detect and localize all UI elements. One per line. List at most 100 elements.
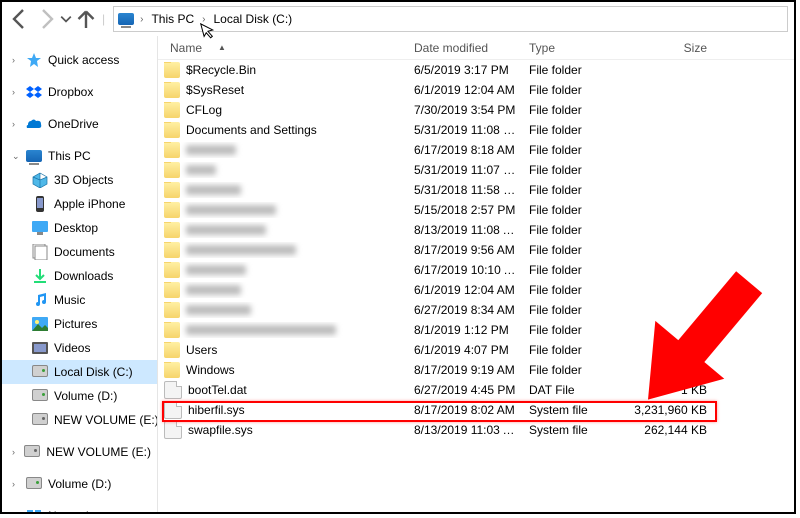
cell-date: 8/17/2019 8:02 AM — [408, 403, 523, 417]
file-row[interactable]: 8/17/2019 9:56 AMFile folder — [158, 240, 794, 260]
back-button[interactable] — [8, 7, 32, 31]
network-icon — [26, 508, 42, 514]
file-row[interactable]: 6/17/2019 10:10 AMFile folder — [158, 260, 794, 280]
file-name-label: hiberfil.sys — [188, 403, 245, 417]
sidebar-item-label: 3D Objects — [54, 173, 113, 187]
folder-icon — [164, 282, 180, 298]
sidebar-volume-d[interactable]: Volume (D:) — [2, 384, 157, 408]
cell-type: File folder — [523, 323, 618, 337]
recent-dropdown[interactable] — [60, 7, 72, 31]
folder-icon — [164, 162, 180, 178]
file-row[interactable]: 6/27/2019 8:34 AMFile folder — [158, 300, 794, 320]
file-row[interactable]: Windows8/17/2019 9:19 AMFile folder — [158, 360, 794, 380]
file-row[interactable]: $Recycle.Bin6/5/2019 3:17 PMFile folder — [158, 60, 794, 80]
file-row[interactable]: CFLog7/30/2019 3:54 PMFile folder — [158, 100, 794, 120]
sidebar-videos[interactable]: Videos — [2, 336, 157, 360]
sidebar-item-label: Local Disk (C:) — [54, 365, 133, 379]
breadcrumb-local-disk[interactable]: Local Disk (C:) — [212, 8, 295, 30]
forward-button[interactable] — [34, 7, 58, 31]
chevron-right-icon[interactable]: › — [138, 14, 145, 25]
cell-name: swapfile.sys — [158, 421, 408, 439]
cell-name: CFLog — [158, 102, 408, 118]
sidebar-item-label: Music — [54, 293, 85, 307]
cell-date: 6/27/2019 8:34 AM — [408, 303, 523, 317]
sidebar-pictures[interactable]: Pictures — [2, 312, 157, 336]
column-name[interactable]: Name▲ — [158, 41, 408, 55]
sidebar-item-label: Dropbox — [48, 85, 93, 99]
file-row[interactable]: 5/31/2019 11:07 PMFile folder — [158, 160, 794, 180]
sidebar-this-pc[interactable]: ⌄ This PC — [2, 144, 157, 168]
cell-type: File folder — [523, 163, 618, 177]
sidebar-item-label: NEW VOLUME (E:) — [54, 413, 158, 427]
file-row[interactable]: hiberfil.sys8/17/2019 8:02 AMSystem file… — [158, 400, 794, 420]
file-row[interactable]: 5/15/2018 2:57 PMFile folder — [158, 200, 794, 220]
cell-date: 6/5/2019 3:17 PM — [408, 63, 523, 77]
file-row[interactable]: 6/1/2019 12:04 AMFile folder — [158, 280, 794, 300]
file-row[interactable]: $SysReset6/1/2019 12:04 AMFile folder — [158, 80, 794, 100]
cell-type: File folder — [523, 123, 618, 137]
column-size[interactable]: Size — [618, 41, 713, 55]
sidebar-item-label: Downloads — [54, 269, 113, 283]
cell-size: 1 KB — [618, 383, 713, 397]
cell-name: Windows — [158, 362, 408, 378]
file-row[interactable]: Documents and Settings5/31/2019 11:08 PM… — [158, 120, 794, 140]
file-row[interactable]: 5/31/2018 11:58 PMFile folder — [158, 180, 794, 200]
file-name-label — [186, 325, 336, 335]
column-date[interactable]: Date modified — [408, 41, 523, 55]
breadcrumb-this-pc[interactable]: This PC — [149, 8, 196, 30]
file-name-label — [186, 205, 276, 215]
sidebar-dropbox[interactable]: › Dropbox — [2, 80, 157, 104]
usb-drive-icon — [32, 412, 48, 428]
nav-bar: | › This PC › Local Disk (C:) — [2, 2, 794, 36]
file-row[interactable]: 8/1/2019 1:12 PMFile folder — [158, 320, 794, 340]
folder-icon — [164, 102, 180, 118]
column-name-label: Name — [164, 41, 208, 55]
cell-type: File folder — [523, 83, 618, 97]
cell-type: File folder — [523, 63, 618, 77]
cell-size: 262,144 KB — [618, 423, 713, 437]
file-name-label: $SysReset — [186, 83, 244, 97]
file-row[interactable]: Users6/1/2019 4:07 PMFile folder — [158, 340, 794, 360]
folder-icon — [164, 122, 180, 138]
file-name-label: Windows — [186, 363, 235, 377]
chevron-right-icon[interactable]: › — [200, 14, 207, 25]
file-rows: $Recycle.Bin6/5/2019 3:17 PMFile folder$… — [158, 60, 794, 440]
cell-type: File folder — [523, 183, 618, 197]
onedrive-icon — [26, 116, 42, 132]
sidebar-downloads[interactable]: Downloads — [2, 264, 157, 288]
file-row[interactable]: swapfile.sys8/13/2019 11:03 AMSystem fil… — [158, 420, 794, 440]
sidebar-network[interactable]: › Network — [2, 504, 157, 514]
address-bar[interactable]: › This PC › Local Disk (C:) — [113, 6, 788, 32]
sidebar-apple-iphone[interactable]: Apple iPhone — [2, 192, 157, 216]
videos-icon — [32, 340, 48, 356]
cell-name — [158, 202, 408, 218]
cell-name — [158, 242, 408, 258]
up-button[interactable] — [74, 7, 98, 31]
cell-date: 8/17/2019 9:56 AM — [408, 243, 523, 257]
cell-date: 7/30/2019 3:54 PM — [408, 103, 523, 117]
sidebar-desktop[interactable]: Desktop — [2, 216, 157, 240]
file-row[interactable]: 8/13/2019 11:08 AMFile folder — [158, 220, 794, 240]
sidebar-music[interactable]: Music — [2, 288, 157, 312]
cell-date: 5/31/2019 11:08 PM — [408, 123, 523, 137]
file-row[interactable]: bootTel.dat6/27/2019 4:45 PMDAT File1 KB — [158, 380, 794, 400]
sidebar-quick-access[interactable]: › Quick access — [2, 48, 157, 72]
downloads-icon — [32, 268, 48, 284]
sidebar-onedrive[interactable]: › OneDrive — [2, 112, 157, 136]
sidebar-3d-objects[interactable]: 3D Objects — [2, 168, 157, 192]
folder-icon — [164, 302, 180, 318]
sidebar-new-volume-e-2[interactable]: › NEW VOLUME (E:) — [2, 440, 157, 464]
sidebar-documents[interactable]: Documents — [2, 240, 157, 264]
sidebar-local-disk-c[interactable]: Local Disk (C:) — [2, 360, 157, 384]
sidebar-new-volume-e[interactable]: NEW VOLUME (E:) — [2, 408, 157, 432]
column-type[interactable]: Type — [523, 41, 618, 55]
file-row[interactable]: 6/17/2019 8:18 AMFile folder — [158, 140, 794, 160]
cell-name: $SysReset — [158, 82, 408, 98]
nav-separator: | — [102, 12, 105, 26]
cell-type: DAT File — [523, 383, 618, 397]
cell-type: File folder — [523, 103, 618, 117]
chevron-right-icon: › — [12, 479, 20, 489]
cell-type: File folder — [523, 283, 618, 297]
sidebar-volume-d-2[interactable]: › Volume (D:) — [2, 472, 157, 496]
file-icon — [164, 401, 182, 419]
